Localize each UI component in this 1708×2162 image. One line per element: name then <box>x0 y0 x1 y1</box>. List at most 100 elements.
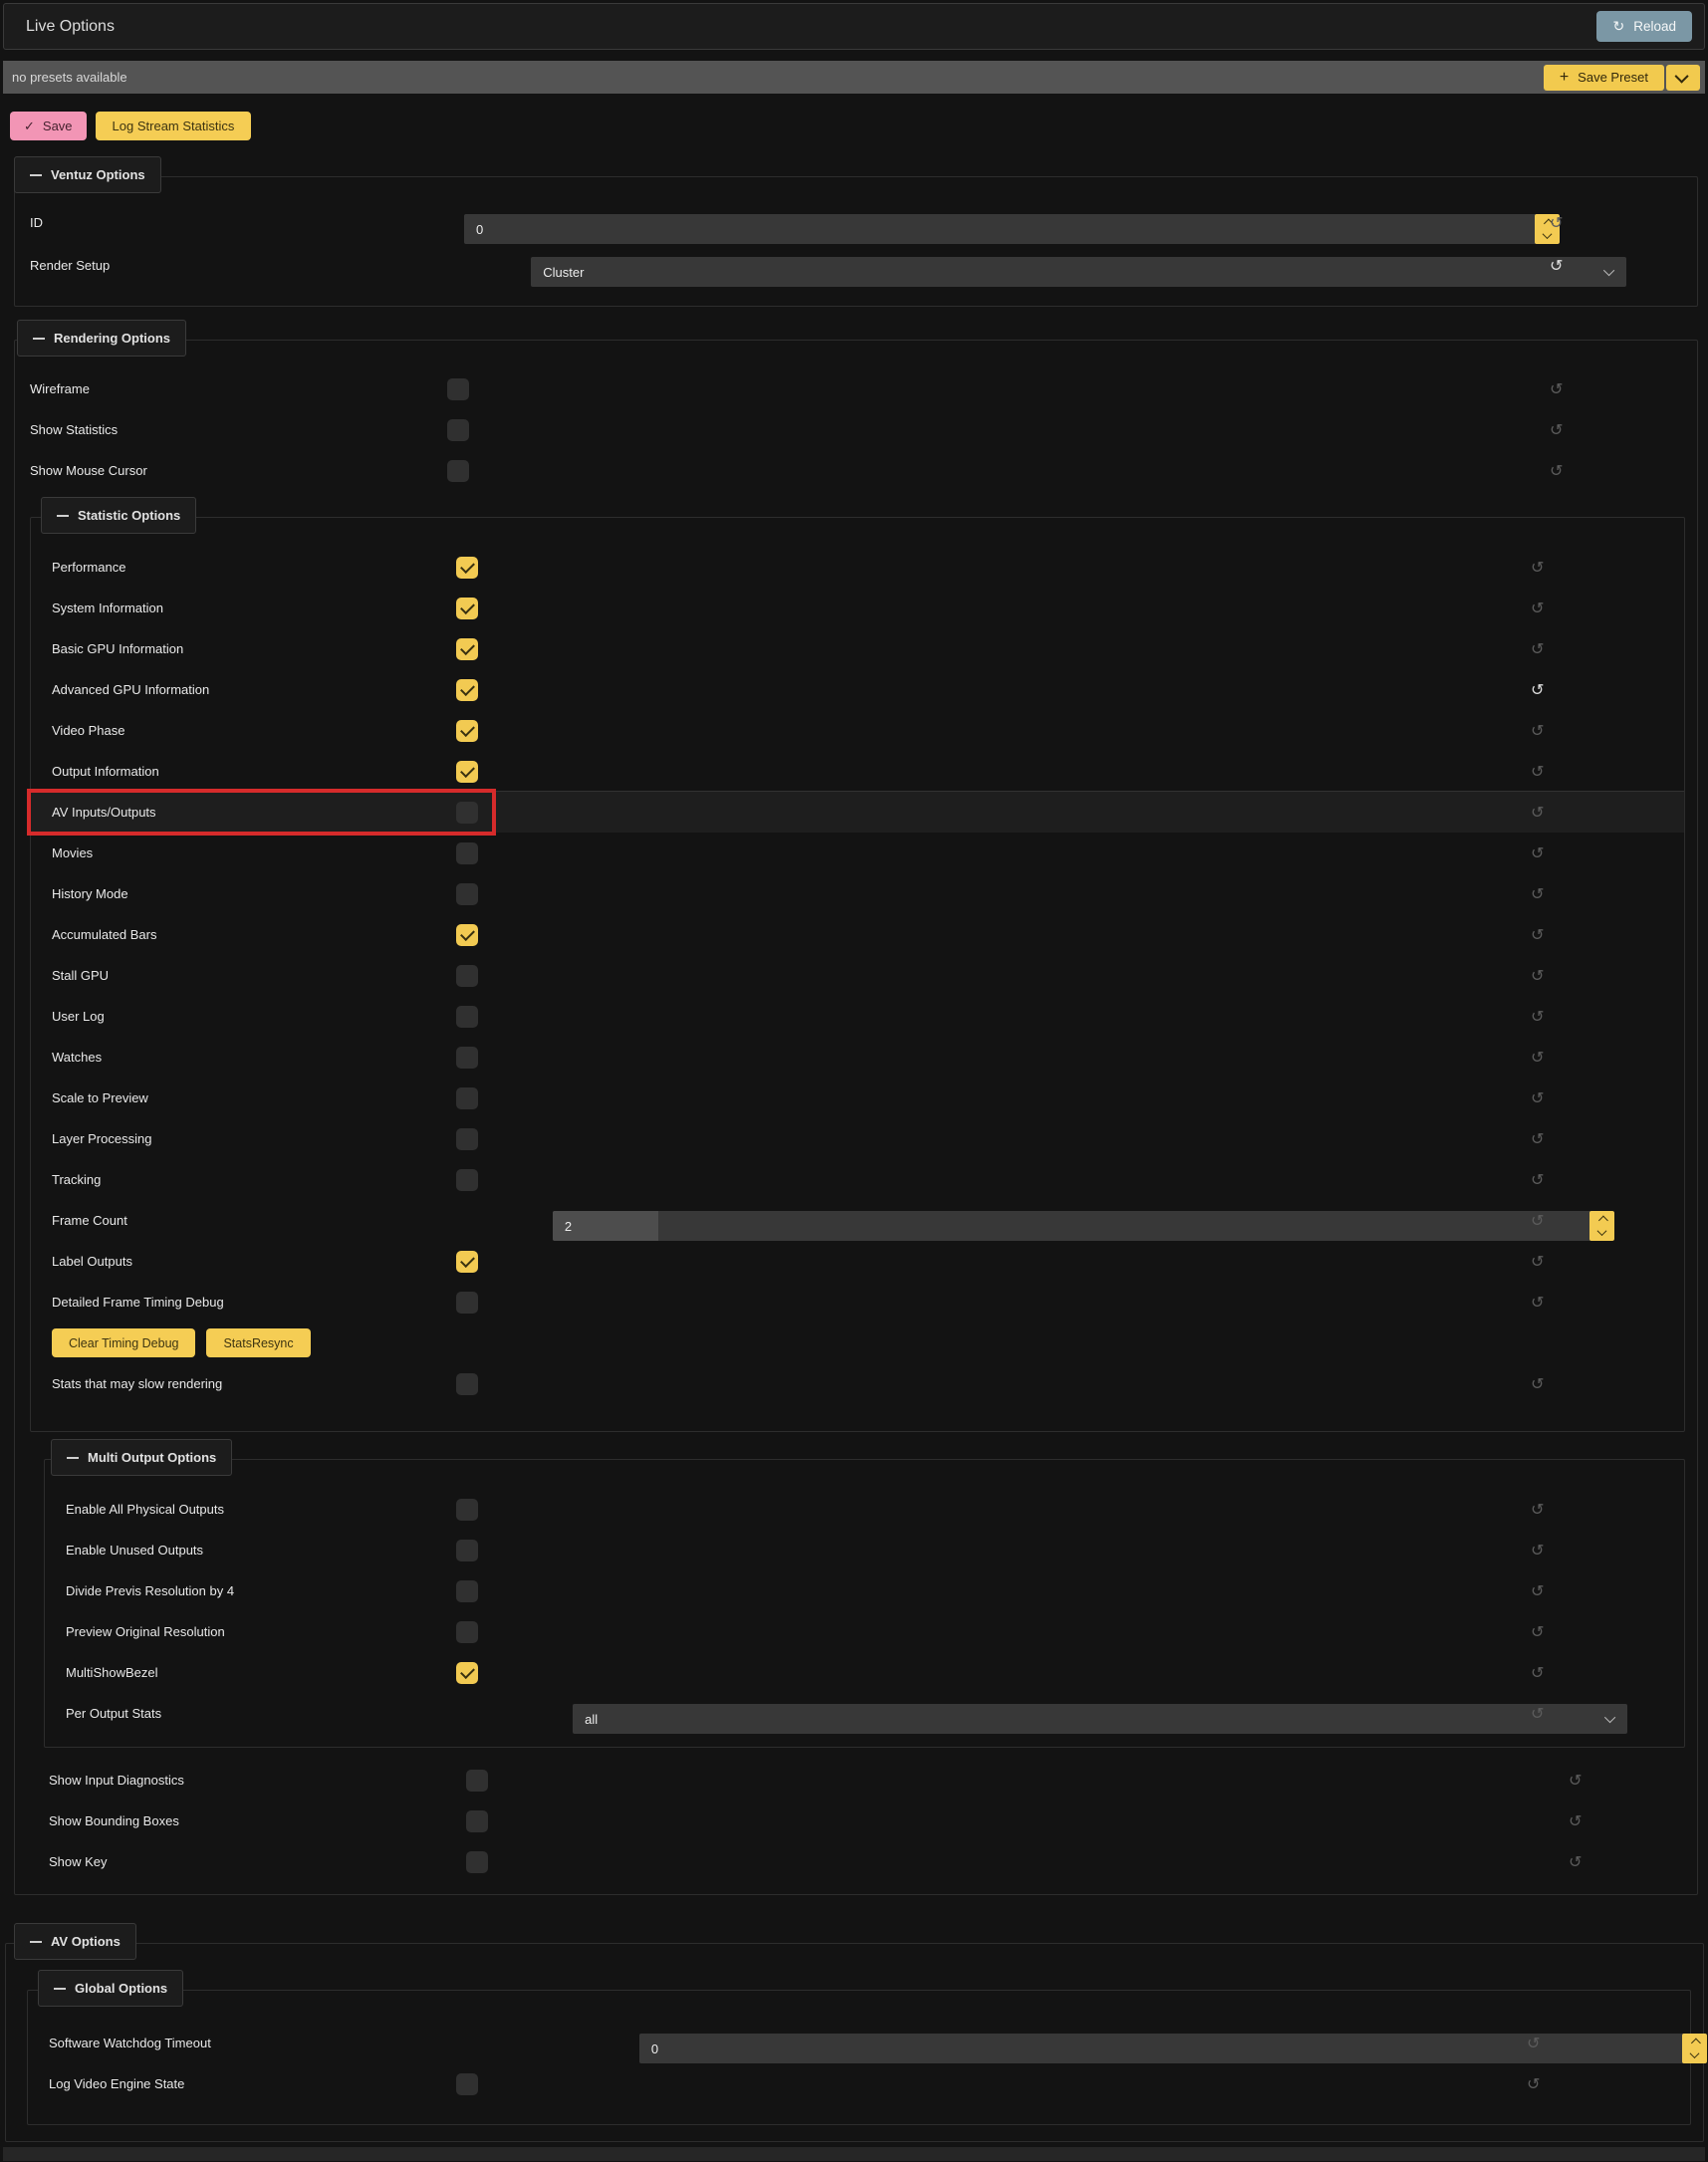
legend-label: Ventuz Options <box>51 167 145 182</box>
id-number-input[interactable]: 0 <box>464 214 1560 244</box>
reset-icon[interactable]: ↺ <box>1531 1706 1544 1722</box>
save-preset-dropdown-button[interactable] <box>1666 65 1700 91</box>
clear-timing-debug-button[interactable]: Clear Timing Debug <box>52 1328 195 1357</box>
reset-icon[interactable]: ↺ <box>1531 886 1544 902</box>
stats-that-may-slow-rendering-checkbox[interactable] <box>456 1373 478 1395</box>
statsresync-button[interactable]: StatsResync <box>206 1328 310 1357</box>
show-input-diagnostics-checkbox[interactable] <box>466 1770 488 1792</box>
statistic-options-panel: Statistic Options Performance↺System Inf… <box>30 517 1685 1432</box>
frame-count-spinner[interactable] <box>1589 1211 1614 1241</box>
frame-count-number-input[interactable]: 2 <box>553 1211 1614 1241</box>
show-statistics-checkbox[interactable] <box>447 419 469 441</box>
reset-icon[interactable]: ↺ <box>1531 1213 1544 1229</box>
reset-icon[interactable]: ↺ <box>1531 1295 1544 1311</box>
reset-icon[interactable]: ↺ <box>1531 1131 1544 1147</box>
per-output-stats-select[interactable]: all <box>573 1704 1627 1734</box>
reset-icon[interactable]: ↺ <box>1531 1502 1544 1518</box>
log-stream-statistics-button[interactable]: Log Stream Statistics <box>96 112 252 140</box>
reset-icon[interactable]: ↺ <box>1569 1773 1582 1789</box>
tracking-checkbox[interactable] <box>456 1169 478 1191</box>
rendering-options-legend[interactable]: Rendering Options <box>17 320 186 357</box>
multi-output-options-legend[interactable]: Multi Output Options <box>51 1439 232 1476</box>
history-mode-checkbox[interactable] <box>456 883 478 905</box>
reset-icon[interactable]: ↺ <box>1531 1050 1544 1066</box>
software-watchdog-timeout-spinner[interactable] <box>1682 2034 1707 2063</box>
check-icon: ✓ <box>24 119 35 134</box>
save-preset-button[interactable]: + Save Preset <box>1544 65 1664 91</box>
reset-icon[interactable]: ↺ <box>1527 2076 1540 2092</box>
reset-icon[interactable]: ↺ <box>1550 258 1563 274</box>
reset-icon[interactable]: ↺ <box>1550 463 1563 479</box>
save-button[interactable]: ✓ Save <box>10 112 87 140</box>
label-outputs-checkbox[interactable] <box>456 1251 478 1273</box>
multishowbezel-checkbox[interactable] <box>456 1662 478 1684</box>
reset-icon[interactable]: ↺ <box>1531 968 1544 984</box>
reset-icon[interactable]: ↺ <box>1531 1543 1544 1559</box>
reset-icon[interactable]: ↺ <box>1550 215 1563 231</box>
output-information-checkbox[interactable] <box>456 761 478 783</box>
log-video-engine-state-checkbox[interactable] <box>456 2073 478 2095</box>
detailed-frame-timing-debug-checkbox[interactable] <box>456 1292 478 1314</box>
reset-icon[interactable]: ↺ <box>1531 1583 1544 1599</box>
reset-icon[interactable]: ↺ <box>1550 381 1563 397</box>
movies-checkbox[interactable] <box>456 842 478 864</box>
layer-processing-checkbox[interactable] <box>456 1128 478 1150</box>
divide-previs-resolution-by-4-checkbox[interactable] <box>456 1580 478 1602</box>
stall-gpu-checkbox[interactable] <box>456 965 478 987</box>
row-show-bounding-boxes: Show Bounding Boxes↺ <box>42 1801 1690 1841</box>
reset-icon[interactable]: ↺ <box>1531 1009 1544 1025</box>
row-watches: Watches↺ <box>31 1037 1684 1078</box>
reset-icon[interactable]: ↺ <box>1569 1854 1582 1870</box>
av-inputs-outputs-checkbox[interactable] <box>456 802 478 824</box>
accumulated-bars-label: Accumulated Bars <box>31 927 157 942</box>
av-options-legend[interactable]: AV Options <box>14 1923 136 1960</box>
show-bounding-boxes-checkbox[interactable] <box>466 1810 488 1832</box>
show-mouse-cursor-label: Show Mouse Cursor <box>23 463 147 478</box>
video-phase-checkbox[interactable] <box>456 720 478 742</box>
per-output-stats-selected-value: all <box>573 1712 598 1727</box>
reset-icon[interactable]: ↺ <box>1531 723 1544 739</box>
reset-icon[interactable]: ↺ <box>1531 927 1544 943</box>
enable-unused-outputs-checkbox[interactable] <box>456 1540 478 1561</box>
reset-icon[interactable]: ↺ <box>1527 2036 1540 2051</box>
layer-processing-label: Layer Processing <box>31 1131 151 1146</box>
accumulated-bars-checkbox[interactable] <box>456 924 478 946</box>
reset-icon[interactable]: ↺ <box>1531 601 1544 616</box>
reset-icon[interactable]: ↺ <box>1531 641 1544 657</box>
scale-to-preview-checkbox[interactable] <box>456 1087 478 1109</box>
preview-original-resolution-checkbox[interactable] <box>456 1621 478 1643</box>
reset-icon[interactable]: ↺ <box>1531 1624 1544 1640</box>
reset-icon[interactable]: ↺ <box>1531 845 1544 861</box>
advanced-gpu-information-checkbox[interactable] <box>456 679 478 701</box>
global-options-legend[interactable]: Global Options <box>38 1970 183 2007</box>
reset-icon[interactable]: ↺ <box>1531 1665 1544 1681</box>
ventuz-options-legend[interactable]: Ventuz Options <box>14 156 161 193</box>
reset-icon[interactable]: ↺ <box>1531 682 1544 698</box>
watches-checkbox[interactable] <box>456 1047 478 1069</box>
reset-icon[interactable]: ↺ <box>1531 1254 1544 1270</box>
render-setup-label: Render Setup <box>23 258 110 273</box>
row-per-output-stats: Per Output Statsall↺ <box>45 1693 1684 1734</box>
collapse-icon <box>33 338 45 340</box>
performance-checkbox[interactable] <box>456 557 478 579</box>
reload-button[interactable]: ↻ Reload <box>1596 11 1692 42</box>
show-key-checkbox[interactable] <box>466 1851 488 1873</box>
reset-icon[interactable]: ↺ <box>1531 560 1544 576</box>
reset-icon[interactable]: ↺ <box>1531 1376 1544 1392</box>
reset-icon[interactable]: ↺ <box>1531 1172 1544 1188</box>
reset-icon[interactable]: ↺ <box>1531 805 1544 821</box>
render-setup-select[interactable]: Cluster <box>531 257 1626 287</box>
system-information-checkbox[interactable] <box>456 598 478 619</box>
enable-all-physical-outputs-checkbox[interactable] <box>456 1499 478 1521</box>
statistic-options-legend[interactable]: Statistic Options <box>41 497 196 534</box>
reset-icon[interactable]: ↺ <box>1531 1090 1544 1106</box>
reset-icon[interactable]: ↺ <box>1531 764 1544 780</box>
reset-icon[interactable]: ↺ <box>1550 422 1563 438</box>
software-watchdog-timeout-number-input[interactable]: 0 <box>639 2034 1707 2063</box>
user-log-checkbox[interactable] <box>456 1006 478 1028</box>
wireframe-checkbox[interactable] <box>447 378 469 400</box>
plus-icon: + <box>1560 69 1569 87</box>
basic-gpu-information-checkbox[interactable] <box>456 638 478 660</box>
show-mouse-cursor-checkbox[interactable] <box>447 460 469 482</box>
reset-icon[interactable]: ↺ <box>1569 1813 1582 1829</box>
